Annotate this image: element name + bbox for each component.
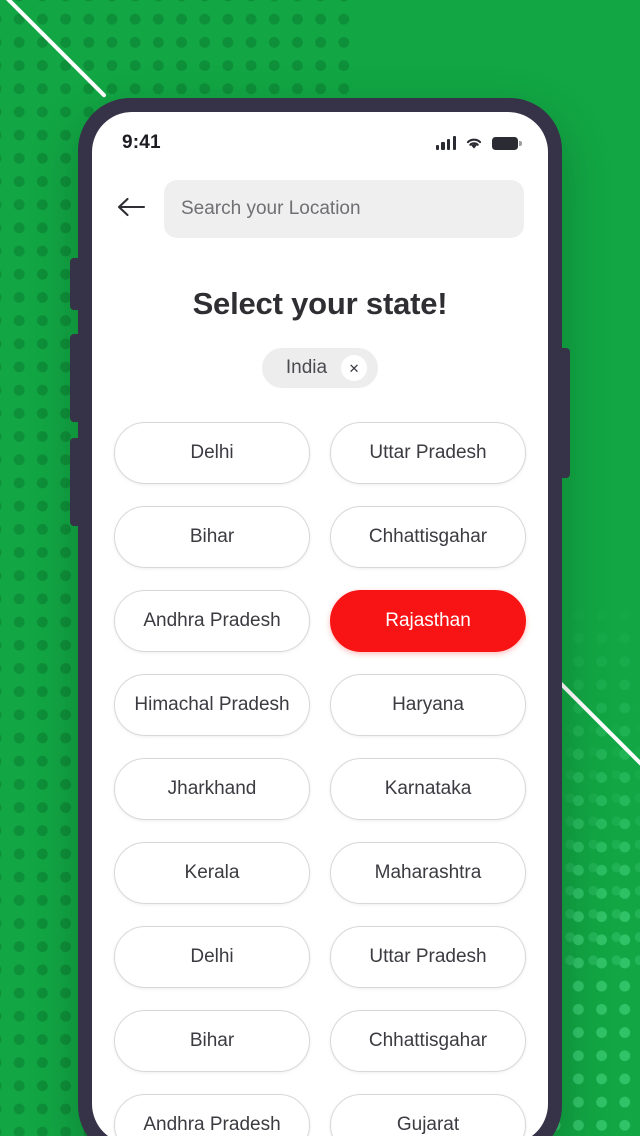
state-pill[interactable]: Delhi <box>114 926 310 988</box>
state-pill-label: Haryana <box>392 694 464 715</box>
state-pill[interactable]: Kerala <box>114 842 310 904</box>
state-list: Delhi Uttar Pradesh Bihar Chhattisgahar Andh… <box>92 388 548 1136</box>
power-button[interactable] <box>560 348 570 478</box>
page-title: Select your state! <box>192 286 448 321</box>
state-pill[interactable]: Andhra Pradesh <box>114 590 310 652</box>
country-chip-label: India <box>285 357 328 378</box>
search-input[interactable]: Search your Location <box>164 180 524 238</box>
state-pill[interactable]: Karnataka <box>330 758 526 820</box>
battery-full-icon <box>492 136 522 150</box>
status-bar: 9:41 <box>92 112 548 166</box>
state-pill-label: Andhra Pradesh <box>143 610 281 631</box>
state-pill[interactable]: Chhattisgahar <box>330 1010 526 1072</box>
state-pill-label: Uttar Pradesh <box>369 946 487 967</box>
state-pill[interactable]: Delhi <box>114 422 310 484</box>
cellular-signal-icon <box>435 136 456 150</box>
state-pill-label: Kerala <box>184 862 240 883</box>
state-pill-label: Rajasthan <box>385 610 471 631</box>
state-pill[interactable]: Gujarat <box>330 1094 526 1136</box>
status-bar-icons <box>435 136 522 150</box>
country-chip[interactable]: India ✕ <box>261 348 379 388</box>
close-icon[interactable]: ✕ <box>341 355 368 381</box>
state-pill-label: Delhi <box>190 442 234 463</box>
state-pill[interactable]: Andhra Pradesh <box>114 1094 310 1136</box>
state-pill[interactable]: Bihar <box>114 1010 310 1072</box>
state-pill-label: Andhra Pradesh <box>143 1114 281 1135</box>
state-pill[interactable]: Maharashtra <box>330 842 526 904</box>
state-pill-label: Jharkhand <box>167 778 257 799</box>
phone-screen: 9:41 Search your Location Select your st… <box>92 112 548 1136</box>
mute-switch[interactable] <box>70 258 80 310</box>
state-pill-label: Bihar <box>189 1030 235 1051</box>
search-bar-row: Search your Location <box>92 166 548 238</box>
state-pill-label: Gujarat <box>396 1114 460 1135</box>
country-chip-row: India ✕ <box>92 348 548 388</box>
wifi-icon <box>465 136 483 150</box>
state-pill[interactable]: Jharkhand <box>114 758 310 820</box>
back-arrow-icon <box>116 196 146 223</box>
state-pill[interactable]: Himachal Pradesh <box>114 674 310 736</box>
state-pill[interactable]: Bihar <box>114 506 310 568</box>
phone-mockup-frame: 9:41 Search your Location Select your st… <box>70 98 570 1136</box>
state-pill[interactable]: Chhattisgahar <box>330 506 526 568</box>
state-pill-label: Chhattisgahar <box>368 1030 488 1051</box>
dot-pattern-bottom-right-fade <box>564 676 640 976</box>
state-pill[interactable]: Haryana <box>330 674 526 736</box>
state-pill[interactable]: Uttar Pradesh <box>330 926 526 988</box>
state-pill-label: Himachal Pradesh <box>134 694 290 715</box>
volume-down-button[interactable] <box>70 438 80 526</box>
state-pill[interactable]: Rajasthan <box>330 590 526 652</box>
state-pill-label: Chhattisgahar <box>368 526 488 547</box>
state-pill-label: Karnataka <box>384 778 472 799</box>
state-pill[interactable]: Uttar Pradesh <box>330 422 526 484</box>
state-pill-label: Delhi <box>190 946 234 967</box>
search-placeholder: Search your Location <box>181 198 361 219</box>
status-bar-clock: 9:41 <box>122 132 161 153</box>
state-pill-label: Bihar <box>189 526 235 547</box>
promo-scene: 9:41 Search your Location Select your st… <box>0 0 640 1136</box>
state-pill-label: Uttar Pradesh <box>369 442 487 463</box>
back-button[interactable] <box>114 192 148 226</box>
volume-up-button[interactable] <box>70 334 80 422</box>
state-pill-label: Maharashtra <box>374 862 482 883</box>
